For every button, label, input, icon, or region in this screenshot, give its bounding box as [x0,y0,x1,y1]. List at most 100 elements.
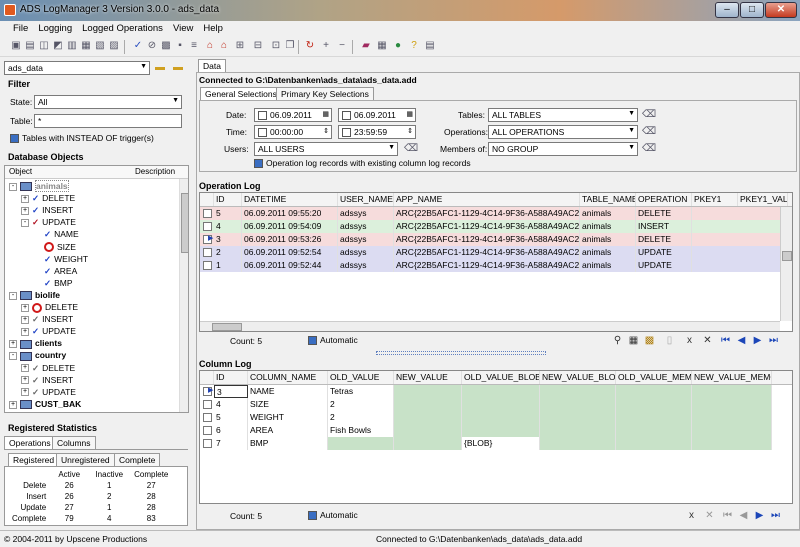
instead-trigger-option[interactable]: Tables with INSTEAD OF trigger(s) [10,133,154,144]
col-object[interactable]: Object [9,167,32,176]
users-combo[interactable]: ALL USERS ▼ [254,142,398,156]
list-icon[interactable]: ≡ [188,40,200,52]
collog-row[interactable]: ▶ 3 NAME Tetras [200,385,792,398]
oplog-row[interactable]: 2 06.09.2011 09:52:54 adssys ARC{22B5AFC1-1… [200,246,780,259]
oplog-col-header[interactable]: OPERATION [636,193,692,206]
oplog-col-header[interactable]: ID [214,193,242,206]
collog-col-header[interactable]: NEW_VALUE_BLOB [540,371,616,384]
oplog-hscroll[interactable] [200,321,780,331]
collog-col-header[interactable] [200,371,214,384]
splitter[interactable] [376,351,546,355]
expand-icon[interactable]: + [21,376,29,385]
tab-operations[interactable]: Operations [4,436,56,449]
table-filter-input[interactable]: * [34,114,182,128]
add-icon[interactable]: + [320,40,332,52]
expand-icon[interactable]: + [9,400,17,409]
tab-primary-key-selections[interactable]: Primary Key Selections [276,87,374,100]
oplog-col-header[interactable]: PKEY1 [692,193,738,206]
collog-col-header[interactable]: OLD_VALUE [328,371,394,384]
oplog-col-header[interactable]: DATETIME [242,193,338,206]
close-button[interactable]: ✕ [765,2,797,18]
row-checkbox[interactable] [203,209,212,218]
tab-general-selections[interactable]: General Selections [200,87,282,100]
subtab-unregistered[interactable]: Unregistered [56,453,115,466]
tree-node-table[interactable]: - country [9,350,66,362]
state-combo[interactable]: All ▼ [34,95,182,109]
window-icon[interactable]: ❐ [284,40,296,52]
collog-first-icon[interactable]: ⏮ [722,510,733,521]
import-icon[interactable]: ▨ [108,40,120,52]
menu-help[interactable]: Help [198,21,228,37]
delete-icon[interactable]: ✕ [702,335,713,346]
expand-icon[interactable]: + [21,327,29,336]
time-from-field[interactable]: 00:00:00 ⇕ [254,125,332,139]
collog-col-header[interactable]: OLD_VALUE_MEMO [616,371,692,384]
home2-icon[interactable]: ⌂ [218,40,230,52]
maximize-button[interactable]: □ [740,2,764,18]
collapse-icon[interactable]: - [9,182,17,191]
dropdown-tool3-icon[interactable]: ⊡ [270,40,282,52]
export-icon[interactable]: ▧ [94,40,106,52]
database-objects-tree[interactable]: Object Description - animals + ✓ DELETE + ✓ INS… [4,165,189,413]
expand-icon[interactable]: + [21,194,29,203]
tab-columns[interactable]: Columns [52,436,96,449]
home-icon[interactable]: ⌂ [204,40,216,52]
operations-clear-icon[interactable]: ⌫ [642,126,656,138]
disconnect-icon[interactable]: ▤ [24,40,36,52]
collapse-icon[interactable]: - [9,352,17,361]
open-folder-icon[interactable]: ▬ [154,62,166,74]
expand-icon[interactable]: + [9,340,17,349]
oplog-row[interactable]: 4 06.09.2011 09:54:09 adssys ARC{22B5AFC1-1… [200,220,780,233]
members-combo[interactable]: NO GROUP ▼ [488,142,638,156]
collapse-icon[interactable]: - [21,219,29,228]
grid-export-icon[interactable]: ▦ [628,335,639,346]
register-icon[interactable]: ▩ [160,40,172,52]
tree-node-op[interactable]: + ✓ INSERT [21,205,73,217]
menu-logged-operations[interactable]: Logged Operations [77,21,168,37]
tree-node-table[interactable]: + clients [9,338,62,350]
deactivate-icon[interactable]: ⊘ [146,40,158,52]
tree-node-op[interactable]: + ✓ DELETE [21,363,75,375]
save-icon[interactable]: ▥ [66,40,78,52]
collog-col-header[interactable]: NEW_VALUE_MEMO [692,371,772,384]
dropdown-tool2-icon[interactable]: ⊟ [252,40,264,52]
collog-prev-icon[interactable]: ◀ [738,510,749,521]
binoculars-icon[interactable]: ⚲ [612,335,623,346]
refresh-db-icon[interactable]: ◩ [52,40,64,52]
tree-node-op[interactable]: + DELETE [21,302,78,314]
menu-view[interactable]: View [168,21,198,37]
collog-next-icon[interactable]: ▶ [754,510,765,521]
prev-record-icon[interactable]: ◀ [736,335,747,346]
collog-automatic-checkbox[interactable] [308,511,317,521]
collog-row[interactable]: 4 SIZE 2 [200,398,792,411]
remove-icon[interactable]: − [336,40,348,52]
collog-row[interactable]: 7 BMP {BLOB} [200,437,792,450]
column-log-grid[interactable]: ID COLUMN_NAME OLD_VALUE NEW_VALUE OLD_VALUE… [199,370,793,504]
globe-icon[interactable]: ● [392,40,404,52]
oplog-existing-checkbox[interactable] [254,159,263,169]
collog-col-header[interactable]: OLD_VALUE_BLOB [462,371,540,384]
tables-combo[interactable]: ALL TABLES ▼ [488,108,638,122]
expand-icon[interactable]: + [21,315,29,324]
tree-scrollbar[interactable] [179,179,188,412]
members-clear-icon[interactable]: ⌫ [642,143,656,155]
connect-icon[interactable]: ▣ [10,40,22,52]
collog-delete-icon[interactable]: ✕ [704,510,715,521]
oplog-automatic-option[interactable]: Automatic [308,335,358,346]
database-icon[interactable]: ◫ [38,40,50,52]
tree-node-col[interactable]: ✓ WEIGHT [33,254,88,266]
collog-col-header[interactable]: NEW_VALUE [394,371,462,384]
row-checkbox[interactable] [203,439,212,448]
table-icon[interactable]: ▦ [376,40,388,52]
tree-node-col[interactable]: SIZE [33,242,76,254]
tree-node-op[interactable]: + ✓ UPDATE [21,326,76,338]
last-record-icon[interactable]: ⏭ [768,335,779,346]
row-checkbox[interactable] [203,261,212,270]
expand-icon[interactable]: + [21,303,29,312]
row-checkbox[interactable] [203,426,212,435]
date-to-field[interactable]: 06.09.2011 ▦ [338,108,416,122]
tree-node-table[interactable]: + CUST_BAK [9,399,81,411]
disabled-icon[interactable]: ▯ [664,335,675,346]
menu-logging[interactable]: Logging [33,21,77,37]
collog-col-header[interactable]: COLUMN_NAME [248,371,328,384]
